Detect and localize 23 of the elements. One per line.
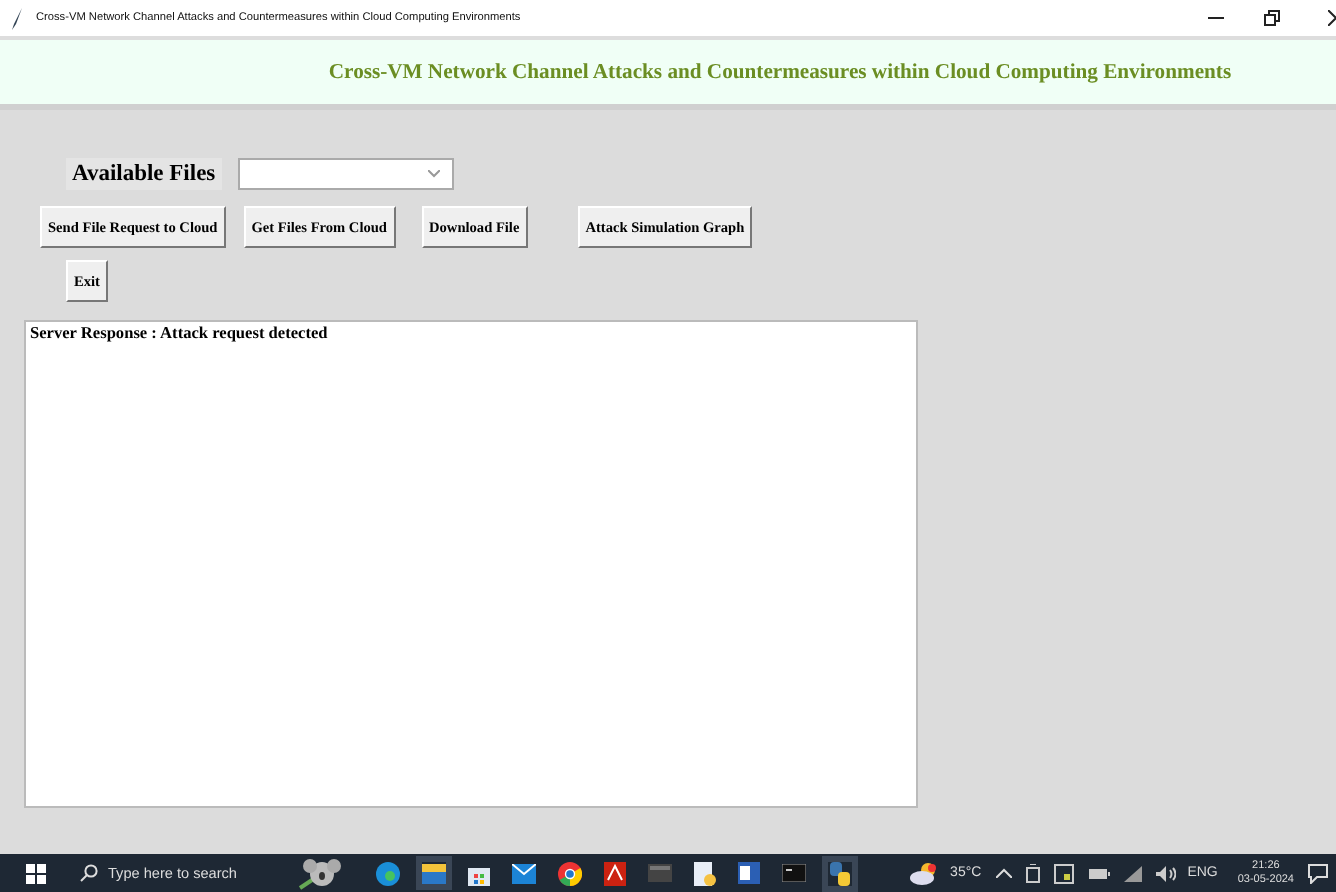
restore-icon[interactable] [1264, 10, 1280, 26]
tray-app-icon[interactable] [1053, 863, 1074, 883]
edge-browser-icon[interactable] [376, 861, 400, 885]
feather-icon [12, 7, 24, 29]
speaker-icon[interactable] [1155, 865, 1176, 881]
mail-icon[interactable] [512, 863, 536, 883]
server-response-text: Server Response : Attack request detected [28, 322, 330, 344]
windows-start-icon[interactable] [26, 863, 46, 883]
word-icon[interactable] [738, 862, 760, 884]
chrome-icon[interactable] [558, 861, 582, 885]
available-files-label: Available Files [66, 158, 222, 190]
app-title: Cross-VM Network Channel Attacks and Countermeasures within Cloud Computing Environments [328, 61, 1232, 83]
chevron-down-icon [427, 170, 440, 178]
weather-icon[interactable] [910, 861, 939, 885]
battery-icon[interactable] [1087, 867, 1110, 879]
pdf-reader-icon[interactable] [604, 861, 626, 885]
search-icon [80, 864, 98, 882]
notification-icon[interactable] [1308, 863, 1328, 883]
tray-app-icon[interactable] [1025, 863, 1040, 883]
chevron-up-icon[interactable] [995, 868, 1012, 878]
command-prompt-icon[interactable] [782, 864, 806, 882]
folder-icon[interactable] [422, 862, 446, 884]
document-icon[interactable] [694, 861, 716, 885]
